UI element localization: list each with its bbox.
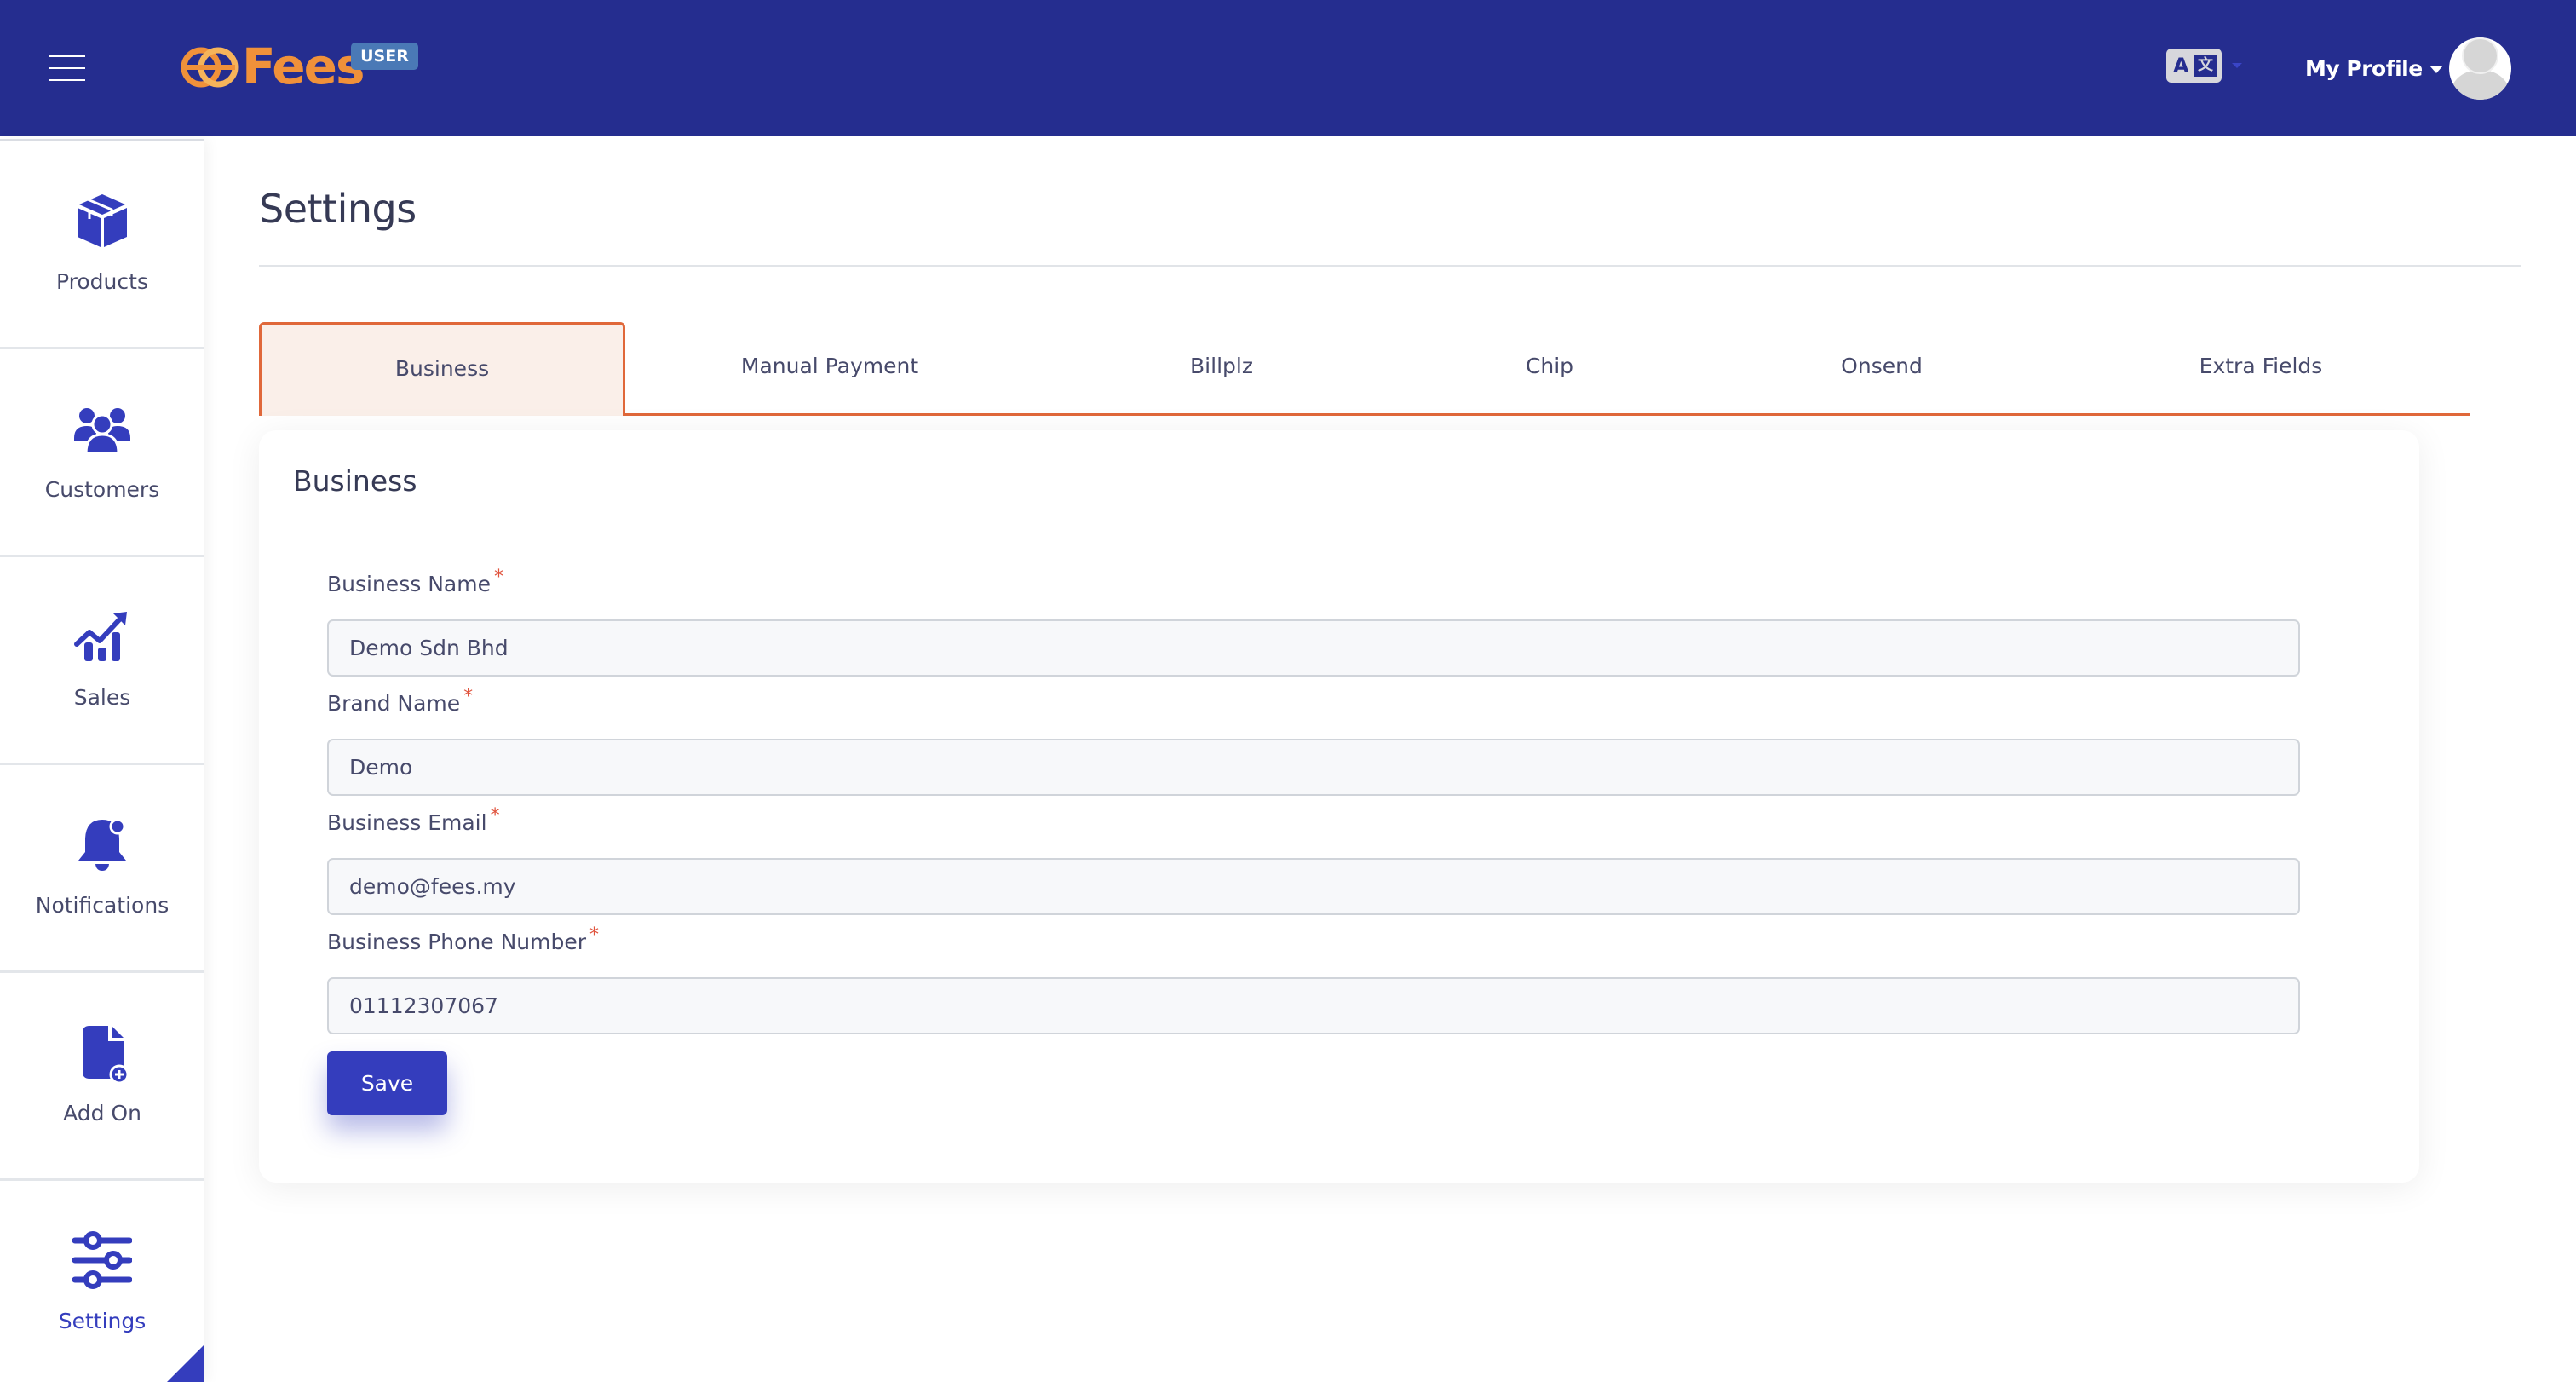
hamburger-icon[interactable] <box>49 55 85 82</box>
active-indicator <box>160 1345 204 1382</box>
required-marker: * <box>493 567 503 588</box>
tab-extra-fields[interactable]: Extra Fields <box>2073 322 2448 416</box>
sidebar-item-label: Add On <box>63 1101 141 1126</box>
translate-icon: A 文 <box>2166 49 2222 83</box>
business-name-label: Business Name * <box>327 567 503 596</box>
chevron-down-icon <box>2232 63 2242 68</box>
sidebar-item-label: Settings <box>58 1309 147 1333</box>
logo-text: Fees <box>242 37 365 95</box>
caret-down-icon <box>2429 66 2443 73</box>
box-icon <box>78 194 127 247</box>
file-plus-icon <box>83 1026 129 1082</box>
sidebar-item-add-on[interactable]: Add On <box>0 973 204 1181</box>
sidebar-item-label: Sales <box>73 685 131 710</box>
translate-icon-cjk: 文 <box>2194 55 2217 77</box>
business-phone-input[interactable] <box>327 977 2300 1034</box>
brand-name-label: Brand Name * <box>327 686 473 716</box>
users-icon <box>74 408 130 455</box>
chart-line-icon <box>74 612 127 661</box>
top-navbar: Fees USER A 文 My Profile <box>0 0 2576 136</box>
role-badge: USER <box>351 43 418 70</box>
tab-chip[interactable]: Chip <box>1409 322 1690 416</box>
card-title: Business <box>293 464 417 498</box>
field-label-text: Business Email <box>327 810 487 835</box>
tab-business[interactable]: Business <box>259 322 625 416</box>
field-label-text: Brand Name <box>327 691 461 716</box>
business-phone-label: Business Phone Number * <box>327 924 599 954</box>
sidebar-item-label: Customers <box>44 477 160 502</box>
settings-tabs: Business Manual Payment Billplz Chip Ons… <box>259 322 2470 416</box>
sidebar-item-products[interactable]: Products <box>0 141 204 349</box>
sidebar-item-customers[interactable]: Customers <box>0 349 204 557</box>
page-title: Settings <box>259 186 417 232</box>
sliders-icon <box>72 1231 132 1289</box>
language-switcher[interactable]: A 文 <box>2166 49 2247 84</box>
sidebar: Products Customers Sales Notifications A… <box>0 139 204 1382</box>
efees-logo-mark-icon <box>181 47 239 88</box>
sidebar-item-label: Products <box>56 269 148 294</box>
sidebar-item-notifications[interactable]: Notifications <box>0 765 204 973</box>
tab-manual-payment[interactable]: Manual Payment <box>625 322 1034 416</box>
user-avatar-icon[interactable] <box>2449 37 2511 100</box>
bell-icon <box>78 818 126 871</box>
field-label-text: Business Name <box>327 572 491 596</box>
business-email-input[interactable] <box>327 858 2300 915</box>
sidebar-item-settings[interactable]: Settings <box>0 1181 204 1382</box>
business-email-label: Business Email * <box>327 805 500 835</box>
business-settings-card: Business Business Name* Brand Name* Busi… <box>259 430 2419 1183</box>
brand-name-input[interactable] <box>327 739 2300 796</box>
divider <box>259 265 2521 267</box>
tab-billplz[interactable]: Billplz <box>1034 322 1409 416</box>
tab-onsend[interactable]: Onsend <box>1690 322 2073 416</box>
sidebar-item-label: Notifications <box>35 893 170 918</box>
required-marker: * <box>490 805 500 826</box>
profile-menu-toggle[interactable]: My Profile <box>2305 51 2443 85</box>
profile-label: My Profile <box>2305 55 2423 81</box>
required-marker: * <box>589 924 600 946</box>
business-name-input[interactable] <box>327 619 2300 677</box>
field-label-text: Business Phone Number <box>327 930 587 954</box>
sidebar-item-sales[interactable]: Sales <box>0 557 204 765</box>
required-marker: * <box>463 686 474 707</box>
translate-icon-latin: A <box>2173 54 2189 78</box>
save-button[interactable]: Save <box>327 1051 447 1115</box>
